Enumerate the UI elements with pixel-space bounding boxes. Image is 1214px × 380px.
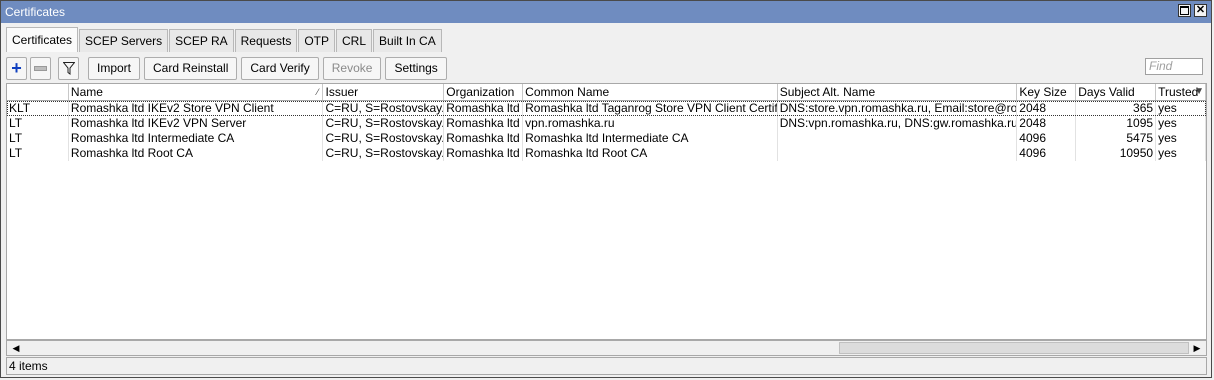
tab-scep-servers[interactable]: SCEP Servers bbox=[79, 29, 169, 52]
cell-days-valid: 1095 bbox=[1076, 116, 1157, 131]
column-header-days-valid[interactable]: Days Valid bbox=[1076, 84, 1157, 100]
import-button[interactable]: Import bbox=[88, 56, 141, 80]
column-header-label: Trusted bbox=[1158, 85, 1199, 99]
cell-issuer: C=RU, S=Rostovskay... bbox=[325, 116, 445, 131]
table-header: Name ⁄ Issuer Organization Common Name Su… bbox=[7, 84, 1206, 101]
cell-key-size: 2048 bbox=[1017, 101, 1077, 116]
minus-icon bbox=[34, 65, 47, 71]
column-header-issuer[interactable]: Issuer bbox=[323, 84, 445, 100]
column-header-organization[interactable]: Organization bbox=[444, 84, 524, 100]
cell-common-name: Romashka ltd Intermediate CA bbox=[523, 131, 778, 146]
scroll-right-icon[interactable]: ▶ bbox=[1190, 341, 1204, 355]
column-header-label: Name bbox=[70, 85, 103, 99]
cell-common-name: vpn.romashka.ru bbox=[523, 116, 778, 131]
cell-trusted: yes bbox=[1156, 116, 1206, 131]
remove-button[interactable] bbox=[30, 56, 51, 80]
cell-days-valid: 10950 bbox=[1076, 146, 1157, 161]
cell-subject-alt-name bbox=[778, 131, 1018, 146]
settings-button[interactable]: Settings bbox=[385, 56, 447, 80]
close-icon: ✕ bbox=[1195, 4, 1206, 16]
certificates-window: Certificates ✕ Certificates SCEP Servers… bbox=[0, 0, 1212, 378]
tab-built-in-ca[interactable]: Built In CA bbox=[373, 29, 442, 52]
tab-requests[interactable]: Requests bbox=[234, 29, 298, 52]
filter-icon bbox=[62, 61, 75, 75]
cell-days-valid: 365 bbox=[1076, 101, 1157, 116]
plus-icon: + bbox=[11, 58, 22, 78]
horizontal-scrollbar[interactable]: ◀ ▶ bbox=[6, 340, 1207, 356]
cell-subject-alt-name: DNS:vpn.romashka.ru, DNS:gw.romashka.ru,… bbox=[779, 116, 1018, 131]
cell-organization: Romashka ltd bbox=[444, 131, 524, 146]
maximize-icon bbox=[1180, 6, 1189, 15]
column-header-flags[interactable] bbox=[7, 84, 69, 100]
cell-trusted: yes bbox=[1156, 146, 1206, 161]
cell-key-size: 2048 bbox=[1017, 116, 1077, 131]
maximize-button[interactable] bbox=[1178, 4, 1191, 17]
column-header-common-name[interactable]: Common Name bbox=[523, 84, 778, 100]
certificates-table: Name ⁄ Issuer Organization Common Name Su… bbox=[6, 83, 1207, 340]
tab-certificates[interactable]: Certificates bbox=[6, 27, 79, 52]
column-menu-icon[interactable]: ▼ bbox=[1194, 84, 1204, 100]
cell-key-size: 4096 bbox=[1017, 131, 1077, 146]
cell-key-size: 4096 bbox=[1017, 146, 1077, 161]
column-header-key-size[interactable]: Key Size bbox=[1017, 84, 1077, 100]
cell-organization: Romashka ltd bbox=[444, 116, 524, 131]
cell-trusted: yes bbox=[1156, 101, 1206, 116]
toolbar: + Import Card Reinstall Card Verify Revo… bbox=[6, 55, 1206, 81]
sort-icon: ⁄ bbox=[316, 87, 319, 97]
column-header-subject-alt-name[interactable]: Subject Alt. Name bbox=[778, 84, 1018, 100]
cell-name: Romashka ltd Root CA bbox=[69, 146, 324, 161]
cell-name: Romashka ltd IKEv2 VPN Server bbox=[69, 116, 324, 131]
filter-button[interactable] bbox=[58, 56, 79, 80]
find-input[interactable]: Find bbox=[1145, 58, 1203, 75]
cell-subject-alt-name bbox=[778, 146, 1018, 161]
table-row[interactable]: LT Romashka ltd Root CA C=RU, S=Rostovsk… bbox=[7, 146, 1206, 161]
add-button[interactable]: + bbox=[6, 56, 27, 80]
tab-otp[interactable]: OTP bbox=[298, 29, 336, 52]
revoke-button[interactable]: Revoke bbox=[322, 56, 382, 80]
table-row[interactable]: LT Romashka ltd Intermediate CA C=RU, S=… bbox=[7, 131, 1206, 146]
tab-scep-ra[interactable]: SCEP RA bbox=[169, 29, 234, 52]
scrollbar-thumb[interactable] bbox=[839, 342, 1189, 354]
title-bar: Certificates ✕ bbox=[1, 1, 1211, 23]
cell-issuer: C=RU, S=Rostovskay... bbox=[325, 131, 445, 146]
tab-crl[interactable]: CRL bbox=[336, 29, 373, 52]
card-verify-button[interactable]: Card Verify bbox=[241, 56, 319, 80]
cell-name: Romashka ltd Intermediate CA bbox=[69, 131, 324, 146]
status-bar: 4 items bbox=[6, 357, 1207, 375]
column-header-trusted[interactable]: Trusted ▼ bbox=[1156, 84, 1206, 100]
cell-flags: LT bbox=[7, 116, 69, 131]
tab-bar: Certificates SCEP Servers SCEP RA Reques… bbox=[6, 27, 443, 53]
cell-issuer: C=RU, S=Rostovskay... bbox=[325, 101, 445, 116]
cell-name: Romashka ltd IKEv2 Store VPN Client bbox=[69, 101, 324, 116]
cell-organization: Romashka ltd bbox=[444, 146, 524, 161]
column-header-name[interactable]: Name ⁄ bbox=[69, 84, 324, 100]
cell-common-name: Romashka ltd Root CA bbox=[523, 146, 778, 161]
cell-issuer: C=RU, S=Rostovskay... bbox=[325, 146, 445, 161]
window-title: Certificates bbox=[5, 5, 66, 19]
card-reinstall-button[interactable]: Card Reinstall bbox=[144, 56, 238, 80]
cell-flags: KLT bbox=[7, 101, 69, 116]
cell-common-name: Romashka ltd Taganrog Store VPN Client C… bbox=[525, 101, 778, 116]
cell-subject-alt-name: DNS:store.vpn.romashka.ru, Email:store@r… bbox=[779, 101, 1018, 116]
cell-organization: Romashka ltd bbox=[444, 101, 524, 116]
item-count: 4 items bbox=[9, 359, 48, 373]
scroll-left-icon[interactable]: ◀ bbox=[9, 341, 23, 355]
table-row[interactable]: LT Romashka ltd IKEv2 VPN Server C=RU, S… bbox=[7, 116, 1206, 131]
table-row[interactable]: KLT Romashka ltd IKEv2 Store VPN Client … bbox=[7, 101, 1206, 116]
cell-flags: LT bbox=[7, 146, 69, 161]
cell-days-valid: 5475 bbox=[1076, 131, 1157, 146]
cell-trusted: yes bbox=[1156, 131, 1206, 146]
cell-flags: LT bbox=[7, 131, 69, 146]
close-button[interactable]: ✕ bbox=[1194, 4, 1207, 17]
